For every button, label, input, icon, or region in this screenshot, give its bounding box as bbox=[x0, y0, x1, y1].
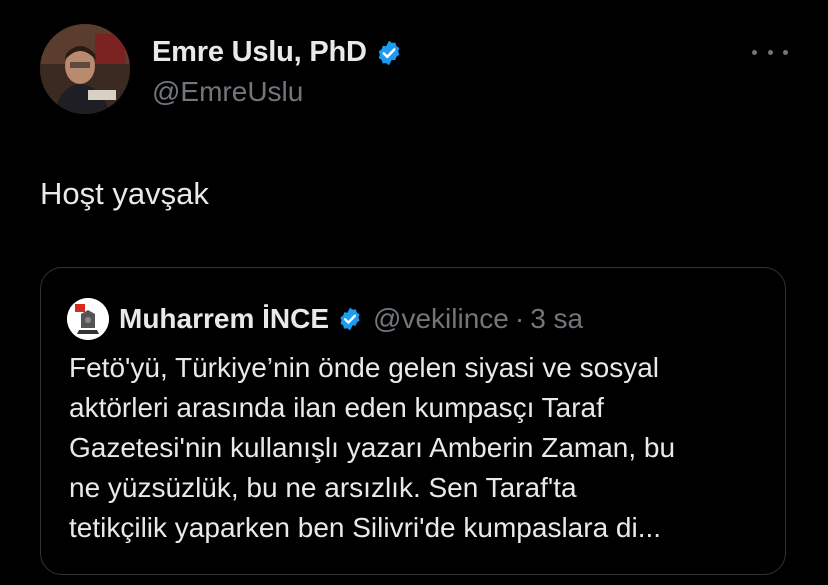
quoted-author-avatar[interactable] bbox=[67, 298, 109, 340]
more-options-icon[interactable] bbox=[752, 38, 788, 66]
tweet-text: Hoşt yavşak bbox=[40, 176, 209, 211]
author-name-row: Emre Uslu, PhD bbox=[152, 36, 403, 69]
quoted-tweet-card[interactable]: Muharrem İNCE @vekilince · 3 sa Fetö'yü,… bbox=[40, 267, 786, 575]
quoted-tweet-text: Fetö'yü, Türkiye’nin önde gelen siyasi v… bbox=[69, 352, 676, 543]
avatar-photo bbox=[40, 24, 130, 114]
dot bbox=[767, 49, 773, 55]
dot bbox=[783, 49, 788, 55]
author-handle[interactable]: @EmreUslu bbox=[152, 76, 303, 108]
author-name[interactable]: Emre Uslu, PhD bbox=[152, 36, 367, 69]
verified-badge-icon bbox=[337, 306, 363, 332]
quoted-author-name[interactable]: Muharrem İNCE bbox=[119, 303, 329, 335]
quoted-author-handle[interactable]: @vekilince bbox=[373, 303, 509, 335]
verified-badge-icon bbox=[375, 39, 403, 67]
quoted-tweet-header: Muharrem İNCE @vekilince · 3 sa bbox=[67, 298, 583, 340]
author-avatar[interactable] bbox=[40, 24, 130, 114]
dot bbox=[752, 49, 757, 55]
quoted-tweet-time[interactable]: 3 sa bbox=[530, 303, 583, 335]
separator-dot: · bbox=[514, 303, 525, 334]
